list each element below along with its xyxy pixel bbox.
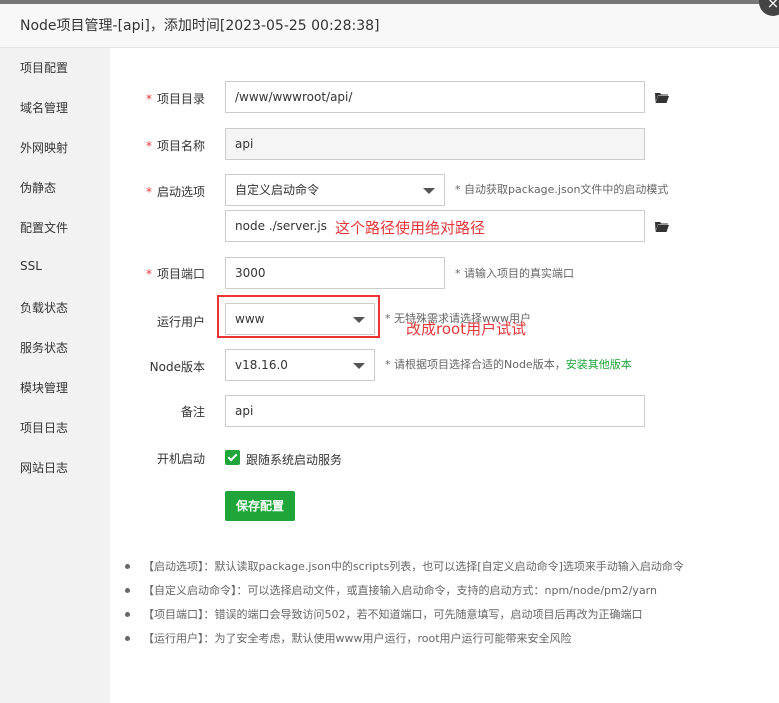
required-mark: *: [145, 267, 152, 281]
dir-input[interactable]: /www/wwwroot/api/: [225, 81, 645, 113]
boot-label: 开机启动: [156, 452, 205, 466]
list-item: 【项目端口】：错误的端口会导致访问502，若不知道端口，可先随意填写，启动项目后…: [123, 606, 773, 630]
user-annotation: 改成root用户试试: [406, 320, 527, 338]
dialog-title: Node项目管理-[api]，添加时间[2023-05-25 00:28:38]: [20, 18, 380, 34]
user-label: 运行用户: [156, 315, 205, 329]
cmd-annotation: 这个路径使用绝对路径: [335, 219, 486, 237]
required-mark: *: [145, 185, 152, 199]
name-input[interactable]: api: [225, 128, 645, 160]
dir-label-wrap: * 项目目录: [85, 90, 205, 107]
start-hint: * 自动获取package.json文件中的启动模式: [455, 183, 669, 196]
node-select[interactable]: v18.16.0: [225, 349, 375, 381]
list-item: 【自定义启动命令】：可以选择启动文件，或直接输入启动命令，支持的启动方式：npm…: [123, 582, 773, 606]
chevron-down-icon: [423, 188, 435, 194]
sidebar-item-external-mapping[interactable]: 外网映射: [20, 139, 68, 156]
port-hint: * 请输入项目的真实端口: [455, 267, 574, 280]
sidebar-item-load-status[interactable]: 负载状态: [20, 299, 68, 316]
help-notes: 【启动选项】：默认读取package.json中的scripts列表，也可以选择…: [123, 558, 773, 654]
sidebar-item-project-log[interactable]: 项目日志: [20, 419, 68, 436]
dir-label: 项目目录: [156, 92, 205, 106]
list-item: 【运行用户】：为了安全考虑，默认使用www用户运行，root用户运行可能带来安全…: [123, 630, 773, 654]
port-input[interactable]: 3000: [225, 257, 445, 289]
name-label-wrap: * 项目名称: [85, 137, 205, 154]
sidebar-item-config-file[interactable]: 配置文件: [20, 219, 68, 236]
check-icon[interactable]: [225, 450, 240, 465]
list-item: 【启动选项】：默认读取package.json中的scripts列表，也可以选择…: [123, 558, 773, 582]
sidebar-item-service-status[interactable]: 服务状态: [20, 339, 68, 356]
start-label-wrap: * 启动选项: [85, 183, 205, 200]
folder-icon[interactable]: [655, 221, 669, 232]
remark-input[interactable]: api: [225, 395, 645, 427]
node-label: Node版本: [149, 360, 205, 374]
sidebar-item-project-config[interactable]: 项目配置: [20, 59, 68, 76]
node-select-value: v18.16.0: [235, 358, 288, 372]
cmd-input-value: node ./server.js: [235, 219, 327, 233]
sidebar-item-rewrite[interactable]: 伪静态: [20, 179, 56, 196]
sidebar-item-ssl[interactable]: SSL: [20, 259, 42, 273]
node-hint: * 请根据项目选择合适的Node版本，安装其他版本: [385, 356, 632, 372]
required-mark: *: [145, 92, 152, 106]
name-label: 项目名称: [156, 139, 205, 153]
port-label: 项目端口: [156, 267, 205, 281]
required-mark: *: [145, 139, 152, 153]
remark-label: 备注: [180, 405, 205, 419]
boot-check-label[interactable]: 跟随系统启动服务: [246, 451, 342, 468]
annotation-highlight-box: [217, 295, 380, 338]
sidebar-item-site-log[interactable]: 网站日志: [20, 459, 68, 476]
chevron-down-icon: [353, 363, 365, 369]
node-hint-text: * 请根据项目选择合适的Node版本，: [385, 358, 566, 371]
dialog-titlebar: Node项目管理-[api]，添加时间[2023-05-25 00:28:38]: [0, 0, 779, 48]
start-label: 启动选项: [156, 185, 205, 199]
sidebar-item-domain[interactable]: 域名管理: [20, 99, 68, 116]
folder-icon[interactable]: [655, 92, 669, 103]
sidebar-item-module-manage[interactable]: 模块管理: [20, 379, 68, 396]
port-label-wrap: * 项目端口: [85, 265, 205, 282]
start-select-value: 自定义启动命令: [235, 183, 320, 197]
install-other-version-link[interactable]: 安装其他版本: [566, 358, 632, 371]
save-button[interactable]: 保存配置: [225, 491, 295, 521]
start-select[interactable]: 自定义启动命令: [225, 174, 445, 206]
